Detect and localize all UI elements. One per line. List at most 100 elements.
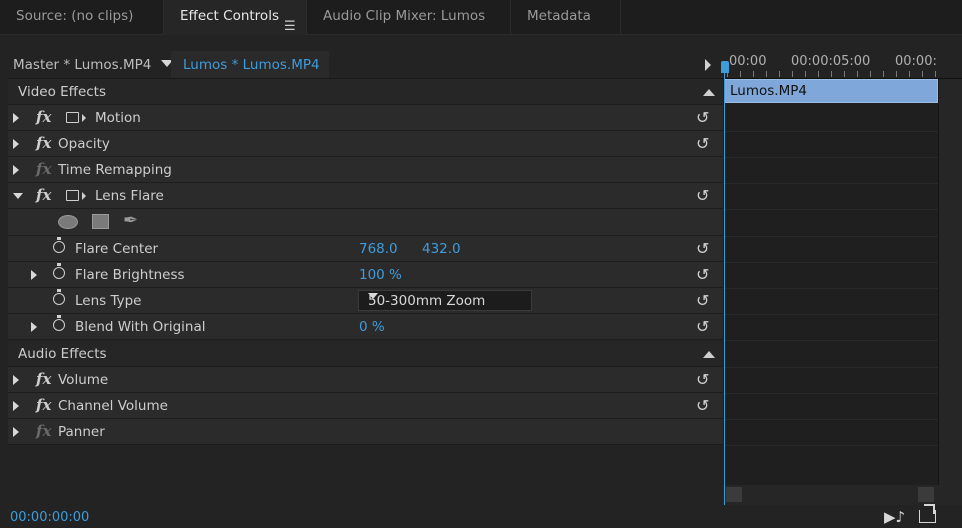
expand-triangle-icon[interactable]	[13, 139, 19, 149]
sequence-clip-tab[interactable]: Lumos * Lumos.MP4	[171, 51, 329, 78]
pen-mask-icon[interactable]: ✒	[123, 210, 138, 231]
reset-icon[interactable]: ↺	[696, 291, 709, 310]
effect-label-time-remapping: Time Remapping	[58, 162, 172, 178]
collapse-up-icon[interactable]	[703, 351, 715, 358]
param-row-flare-center: Flare Center 768.0 432.0 ↺	[8, 236, 723, 262]
effect-row-lens-flare[interactable]: fx Lens Flare ↺	[8, 183, 723, 209]
stopwatch-icon[interactable]	[53, 263, 65, 279]
effect-row-volume[interactable]: fx Volume ↺	[8, 367, 723, 393]
flare-center-y-value[interactable]: 432.0	[422, 241, 461, 257]
bottom-bar: 00:00:00:00 ▶♪	[0, 504, 962, 528]
effect-label-panner: Panner	[58, 424, 105, 440]
reset-icon[interactable]: ↺	[696, 370, 709, 389]
effect-label-lens-flare: Lens Flare	[95, 188, 164, 204]
stopwatch-icon[interactable]	[53, 315, 65, 331]
tab-audio-clip-mixer[interactable]: Audio Clip Mixer: Lumos	[307, 0, 511, 35]
scroll-handle-right[interactable]	[918, 487, 934, 502]
reset-icon[interactable]: ↺	[696, 108, 709, 127]
audio-effects-header: Audio Effects	[8, 341, 723, 367]
flare-brightness-value[interactable]: 100 %	[359, 267, 402, 283]
export-frame-icon[interactable]	[919, 504, 936, 523]
sequence-clip-label: Lumos * Lumos.MP4	[183, 57, 320, 73]
reset-icon[interactable]: ↺	[696, 265, 709, 284]
scroll-handle-left[interactable]	[726, 487, 742, 502]
blend-with-original-value[interactable]: 0 %	[359, 319, 385, 335]
timeline-vertical-scrollbar[interactable]	[938, 79, 962, 485]
effect-row-motion[interactable]: fx Motion ↺	[8, 105, 723, 131]
expand-triangle-icon[interactable]	[13, 165, 19, 175]
mask-tools-row: ✒	[8, 209, 723, 236]
transform-icon[interactable]	[66, 190, 86, 201]
timeline-row-line	[723, 183, 938, 184]
collapse-up-icon[interactable]	[703, 89, 715, 96]
tab-source[interactable]: Source: (no clips)	[0, 0, 164, 35]
timeline-row-line	[723, 209, 938, 210]
reset-icon[interactable]: ↺	[696, 134, 709, 153]
flare-center-x-value[interactable]: 768.0	[359, 241, 398, 257]
fx-toggle-icon[interactable]: fx	[36, 108, 51, 126]
effect-row-panner[interactable]: fx Panner	[8, 419, 723, 445]
fx-toggle-icon[interactable]: fx	[36, 370, 51, 388]
expand-triangle-icon[interactable]	[31, 322, 37, 332]
timeline-ruler[interactable]: 00:00 00:00:05:00 00:00:	[721, 51, 962, 79]
expand-triangle-icon[interactable]	[13, 427, 19, 437]
timeline-row-line	[723, 340, 938, 341]
timeline-row-line	[723, 314, 938, 315]
lens-type-dropdown[interactable]: 50-300mm Zoom	[358, 290, 532, 311]
playhead-line[interactable]	[724, 73, 725, 505]
tab-metadata[interactable]: Metadata	[511, 0, 621, 35]
effect-row-channel-volume[interactable]: fx Channel Volume ↺	[8, 393, 723, 419]
fx-toggle-icon[interactable]: fx	[36, 396, 51, 414]
expand-triangle-icon[interactable]	[13, 401, 19, 411]
timeline-clip-label: Lumos.MP4	[730, 83, 807, 99]
timeline-row-line	[723, 288, 938, 289]
show-timeline-arrow-icon[interactable]	[705, 59, 711, 71]
video-effects-header: Video Effects	[8, 79, 723, 105]
param-row-flare-brightness: Flare Brightness 100 % ↺	[8, 262, 723, 288]
effect-row-opacity[interactable]: fx Opacity ↺	[8, 131, 723, 157]
ruler-tick-label: 00:00	[729, 54, 767, 69]
timeline-row-line	[723, 157, 938, 158]
effect-label-motion: Motion	[95, 110, 141, 126]
reset-icon[interactable]: ↺	[696, 396, 709, 415]
collapse-triangle-icon[interactable]	[13, 193, 23, 199]
stopwatch-icon[interactable]	[53, 237, 65, 253]
ruler-tick-label: 00:00:	[895, 54, 937, 69]
audio-effects-label: Audio Effects	[18, 346, 107, 362]
fx-toggle-icon: fx	[36, 160, 52, 178]
tab-effect-controls-label: Effect Controls	[180, 8, 279, 24]
video-effects-label: Video Effects	[18, 84, 107, 100]
stopwatch-icon[interactable]	[53, 289, 65, 305]
rectangle-mask-icon[interactable]	[92, 214, 109, 229]
effect-label-opacity: Opacity	[58, 136, 110, 152]
timeline-row-line	[723, 367, 938, 368]
timeline-horizontal-scrollbar[interactable]	[723, 485, 962, 505]
current-timecode[interactable]: 00:00:00:00	[10, 510, 89, 525]
transform-icon[interactable]	[66, 112, 86, 123]
tab-effect-controls[interactable]: Effect Controls ☰	[164, 0, 307, 35]
reset-icon[interactable]: ↺	[696, 317, 709, 336]
timeline-row-line	[723, 419, 938, 420]
timeline-row-line	[723, 393, 938, 394]
timeline-row-line	[723, 131, 938, 132]
playhead-handle[interactable]	[721, 61, 729, 73]
expand-triangle-icon[interactable]	[31, 270, 37, 280]
timeline-row-line	[723, 262, 938, 263]
fx-toggle-icon[interactable]: fx	[36, 134, 51, 152]
expand-triangle-icon[interactable]	[13, 375, 19, 385]
param-label-flare-center: Flare Center	[75, 241, 159, 257]
reset-icon[interactable]: ↺	[696, 239, 709, 258]
param-label-flare-brightness: Flare Brightness	[75, 267, 185, 283]
play-audio-icon[interactable]: ▶♪	[884, 508, 905, 526]
timeline-clip[interactable]: Lumos.MP4	[724, 79, 938, 103]
panel-spacer	[0, 35, 962, 51]
param-label-lens-type: Lens Type	[75, 293, 142, 309]
reset-icon[interactable]: ↺	[696, 186, 709, 205]
fx-toggle-icon[interactable]: fx	[36, 186, 51, 204]
param-label-blend-with-original: Blend With Original	[75, 319, 206, 335]
ellipse-mask-icon[interactable]	[58, 215, 78, 229]
expand-triangle-icon[interactable]	[13, 113, 19, 123]
effect-row-time-remapping[interactable]: fx Time Remapping	[8, 157, 723, 183]
chevron-down-icon	[368, 293, 378, 299]
master-clip-label[interactable]: Master * Lumos.MP4	[13, 57, 151, 73]
